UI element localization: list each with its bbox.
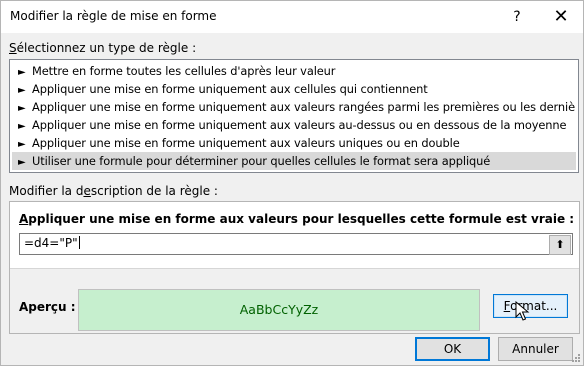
rule-type-item-label: Appliquer une mise en forme uniquement a…	[32, 82, 428, 96]
title-bar: Modifier la règle de mise en forme ? ✕	[1, 1, 583, 33]
right-arrow-icon: ►	[18, 85, 26, 96]
formula-value: =d4="P"	[24, 236, 78, 250]
rule-type-item[interactable]: ► Mettre en forme toutes les cellules d'a…	[12, 62, 576, 80]
description-label-pre: Modifier la d	[9, 184, 84, 198]
rule-type-item[interactable]: ► Appliquer une mise en forme uniquement …	[12, 80, 576, 98]
rule-type-item[interactable]: ► Appliquer une mise en forme uniquement …	[12, 98, 576, 116]
rule-type-item[interactable]: ► Appliquer une mise en forme uniquement …	[12, 116, 576, 134]
preview-label: Aperçu :	[19, 300, 76, 314]
dialog-title: Modifier la règle de mise en forme	[10, 9, 217, 23]
formula-section: Appliquer une mise en forme aux valeurs …	[10, 202, 579, 269]
rule-type-label: Sélectionnez un type de règle :	[9, 41, 196, 55]
text-caret	[78, 236, 80, 249]
formula-input[interactable]: =d4="P" ⬆	[19, 233, 573, 255]
rule-type-item-label: Appliquer une mise en forme uniquement a…	[32, 100, 576, 114]
right-arrow-icon: ►	[18, 67, 26, 78]
rule-type-item[interactable]: ► Appliquer une mise en forme uniquement …	[12, 134, 576, 152]
rule-type-item-selected[interactable]: ► Utiliser une formule pour déterminer po…	[12, 152, 576, 170]
rule-type-list[interactable]: ► Mettre en forme toutes les cellules d'a…	[9, 59, 579, 173]
preview-sample-box: AaBbCcYyZz	[78, 289, 480, 331]
close-button[interactable]: ✕	[539, 2, 583, 32]
rule-type-item-label: Appliquer une mise en forme uniquement a…	[32, 136, 460, 150]
rule-type-item-label: Utiliser une formule pour déterminer pou…	[32, 154, 491, 168]
description-label: Modifier la description de la règle :	[9, 184, 218, 198]
cancel-button[interactable]: Annuler	[498, 337, 573, 361]
right-arrow-icon: ►	[18, 121, 26, 132]
right-arrow-icon: ►	[18, 139, 26, 150]
formula-label-accesskey: A	[19, 212, 29, 226]
dialog-window: Modifier la règle de mise en forme ? ✕ S…	[0, 0, 584, 366]
formula-label-text: ppliquer une mise en forme aux valeurs p…	[28, 212, 575, 226]
ok-button[interactable]: OK	[415, 337, 490, 361]
help-button[interactable]: ?	[497, 2, 537, 32]
description-label-accesskey: e	[83, 184, 91, 198]
collapse-dialog-button[interactable]: ⬆	[549, 235, 571, 255]
description-label-post: scription de la règle :	[90, 184, 218, 198]
rule-type-label-text: électionnez un type de règle :	[16, 41, 197, 55]
rule-type-item-label: Appliquer une mise en forme uniquement a…	[32, 118, 567, 132]
right-arrow-icon: ►	[18, 103, 26, 114]
mouse-pointer-icon	[515, 301, 530, 321]
collapse-arrow-icon: ⬆	[555, 238, 565, 251]
right-arrow-icon: ►	[18, 157, 26, 168]
formula-label: Appliquer une mise en forme aux valeurs …	[19, 212, 574, 226]
rule-type-label-accesskey: S	[9, 41, 17, 55]
resize-grip-icon[interactable]	[571, 353, 581, 363]
rule-type-item-label: Mettre en forme toutes les cellules d'ap…	[32, 64, 336, 78]
rule-description-panel: Appliquer une mise en forme aux valeurs …	[9, 201, 580, 334]
